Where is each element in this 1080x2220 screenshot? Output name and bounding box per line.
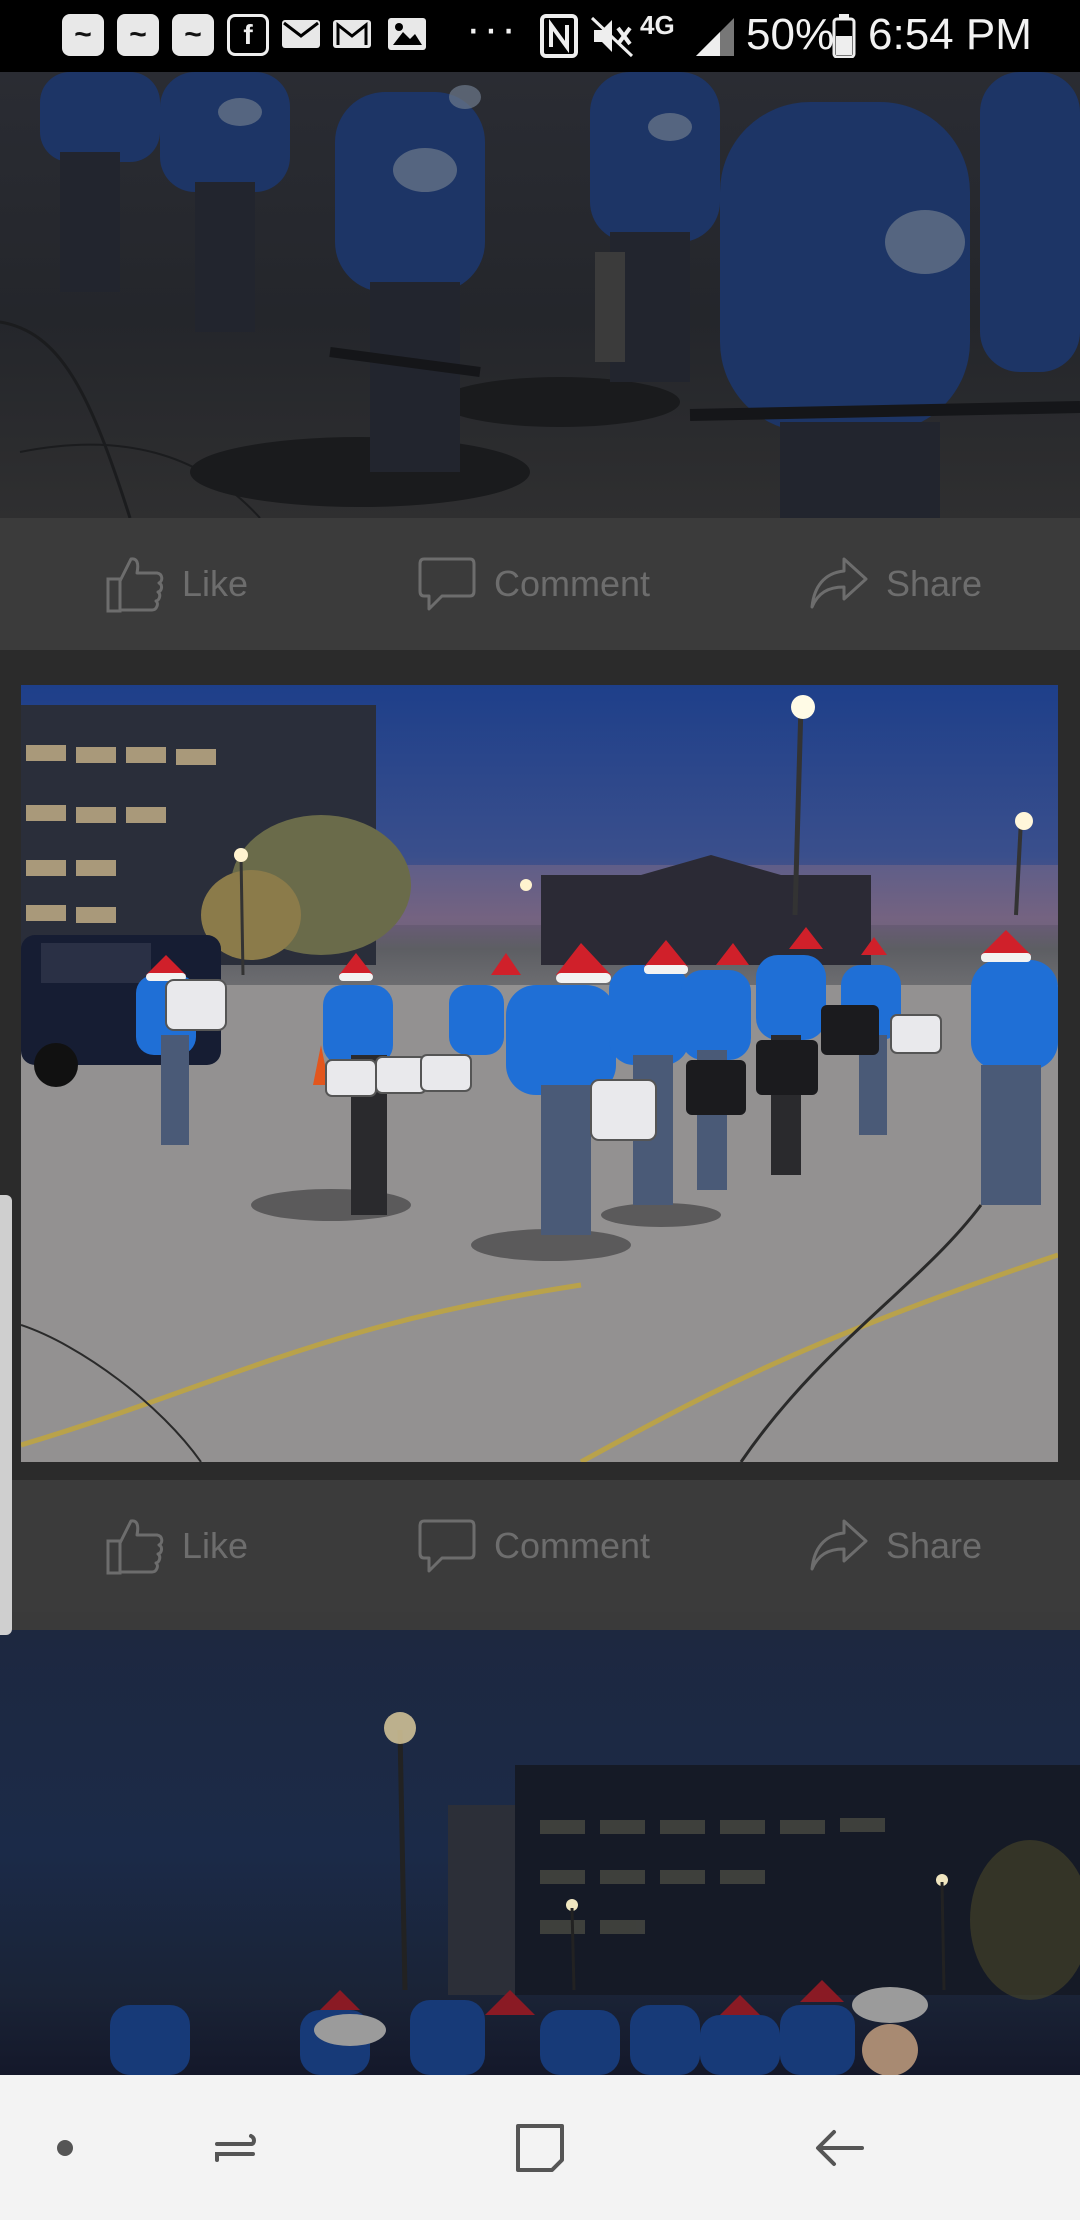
mail-icon — [282, 20, 320, 48]
thumbs-up-icon — [106, 557, 164, 613]
photo-scene-drumline — [21, 695, 1058, 1462]
nfc-icon — [540, 14, 578, 63]
share-label: Share — [886, 563, 983, 604]
clock: 6:54 PM — [868, 10, 1032, 59]
mute-icon — [590, 14, 634, 63]
comment-label: Comment — [494, 563, 651, 604]
app-notification-icon: ~ — [62, 14, 104, 56]
photo-scene-band-back — [0, 72, 1080, 518]
post-photo[interactable] — [0, 1630, 1080, 2075]
battery-percent: 50% — [746, 10, 835, 59]
share-arrow-icon — [810, 1519, 868, 1571]
home-button[interactable] — [490, 2075, 590, 2220]
thumbs-up-icon — [106, 1519, 164, 1575]
nav-dot-indicator — [40, 2075, 90, 2220]
comment-button[interactable]: Comment — [416, 518, 650, 650]
photo-scene-night-crowd — [110, 1712, 1080, 2075]
share-button[interactable]: Share — [808, 1480, 982, 1612]
home-icon — [516, 2123, 564, 2172]
recent-apps-icon — [215, 2133, 256, 2162]
facebook-icon: f — [227, 14, 269, 56]
comment-label: Comment — [494, 1525, 651, 1566]
gmail-icon — [333, 20, 371, 48]
battery-icon — [832, 14, 856, 63]
scroll-handle[interactable] — [0, 1195, 12, 1635]
post-photo[interactable] — [0, 72, 1080, 518]
like-button[interactable]: Like — [104, 1480, 248, 1612]
post-photo-drumline[interactable] — [21, 685, 1058, 1462]
more-notifications-indicator: ··· — [466, 4, 519, 53]
share-arrow-icon — [810, 557, 868, 609]
post-action-bar: Like Comment Share — [0, 518, 1080, 650]
recent-apps-button[interactable] — [190, 2075, 280, 2220]
share-button[interactable]: Share — [808, 518, 982, 650]
signal-icon — [692, 14, 736, 63]
image-icon — [388, 18, 426, 50]
comment-button[interactable]: Comment — [416, 1480, 650, 1612]
back-arrow-icon — [816, 2129, 864, 2166]
navigation-bar — [0, 2075, 1080, 2220]
post-action-bar: Like Comment Share — [0, 1480, 1080, 1612]
status-bar: ~ ~ ~ f ··· 4G 50% 6:54 PM — [0, 0, 1080, 72]
app-notification-icon: ~ — [117, 14, 159, 56]
like-label: Like — [182, 1525, 249, 1566]
share-label: Share — [886, 1525, 983, 1566]
like-label: Like — [182, 563, 249, 604]
speech-bubble-icon — [418, 1519, 476, 1573]
network-type-label: 4G — [640, 10, 675, 40]
back-button[interactable] — [790, 2075, 890, 2220]
speech-bubble-icon — [418, 557, 476, 611]
app-notification-icon: ~ — [172, 14, 214, 56]
like-button[interactable]: Like — [104, 518, 248, 650]
